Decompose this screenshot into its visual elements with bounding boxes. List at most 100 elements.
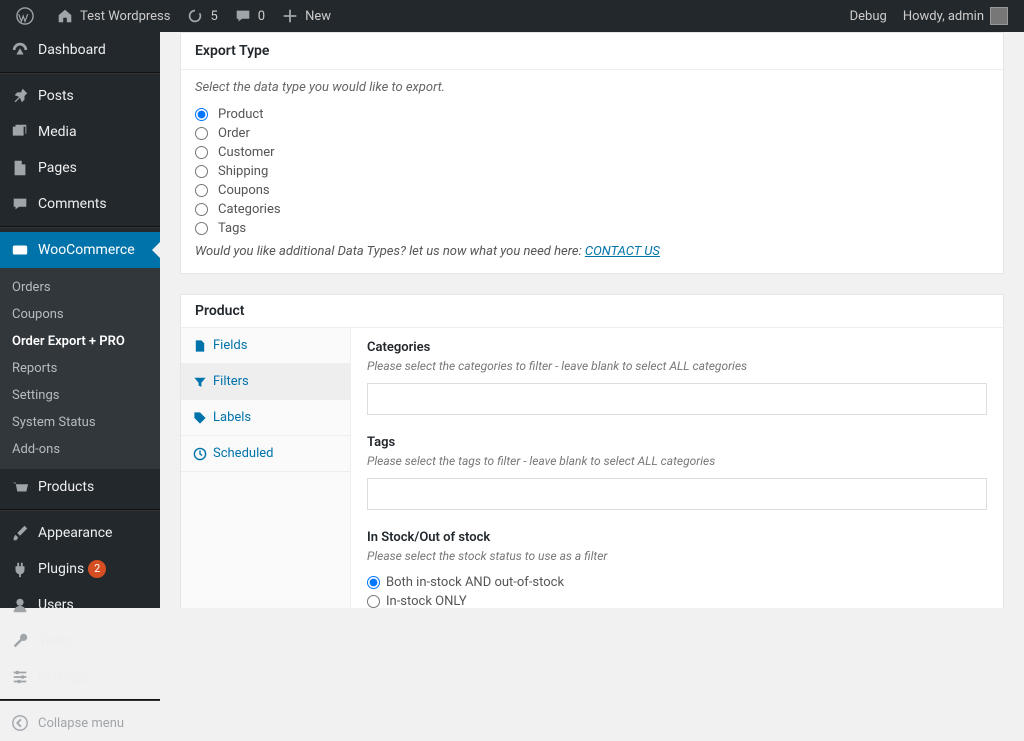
sub-system-status[interactable]: System Status <box>0 409 160 436</box>
user-icon <box>10 595 30 615</box>
export-type-option[interactable]: Shipping <box>195 162 989 181</box>
admin-bar-right: Debug Howdy, admin <box>842 0 1016 32</box>
refresh-icon <box>186 7 204 25</box>
avatar <box>990 7 1008 25</box>
sub-settings[interactable]: Settings <box>0 382 160 409</box>
pin-icon <box>10 86 30 106</box>
export-type-option[interactable]: Tags <box>195 219 989 238</box>
wordpress-icon <box>16 7 34 25</box>
menu-users[interactable]: Users <box>0 587 160 623</box>
refresh-item[interactable]: 5 <box>178 0 225 32</box>
export-type-option[interactable]: Order <box>195 124 989 143</box>
comment-icon <box>234 7 252 25</box>
export-type-label: Tags <box>218 221 246 236</box>
export-type-label: Coupons <box>218 183 270 198</box>
comments-icon <box>10 194 30 214</box>
separator <box>0 509 160 511</box>
admin-bar: Test Wordpress 5 0 New Debug Howdy, admi… <box>0 0 1024 32</box>
product-header: Product <box>181 295 1003 328</box>
tab-labels[interactable]: Labels <box>181 400 350 436</box>
collapse-menu[interactable]: Collapse menu <box>0 705 160 741</box>
menu-appearance[interactable]: Appearance <box>0 515 160 551</box>
menu-comments[interactable]: Comments <box>0 186 160 222</box>
menu-settings[interactable]: Settings <box>0 659 160 695</box>
sub-order-export[interactable]: Order Export + PRO <box>0 328 160 355</box>
stock-option[interactable]: Both in-stock AND out-of-stock <box>367 573 987 592</box>
site-title: Test Wordpress <box>80 9 170 24</box>
menu-dashboard[interactable]: Dashboard <box>0 32 160 68</box>
page-icon <box>10 158 30 178</box>
stock-option[interactable]: In-stock ONLY <box>367 592 987 608</box>
new-item[interactable]: New <box>273 0 339 32</box>
export-type-radio[interactable] <box>195 146 208 159</box>
howdy-label: Howdy, admin <box>903 9 984 24</box>
menu-pages[interactable]: Pages <box>0 150 160 186</box>
comments-item[interactable]: 0 <box>226 0 273 32</box>
tags-input[interactable] <box>367 478 987 510</box>
export-type-option[interactable]: Customer <box>195 143 989 162</box>
admin-bar-left: Test Wordpress 5 0 New <box>8 0 339 32</box>
woocommerce-icon <box>10 240 30 260</box>
export-type-option[interactable]: Categories <box>195 200 989 219</box>
admin-sidebar: Dashboard Posts Media Pages Comments Woo… <box>0 32 160 608</box>
wp-logo[interactable] <box>8 0 48 32</box>
export-type-radio[interactable] <box>195 184 208 197</box>
contact-text: Would you like additional Data Types? le… <box>195 244 989 259</box>
collapse-icon <box>10 713 30 733</box>
filter-form: Categories Please select the categories … <box>351 328 1003 608</box>
sub-reports[interactable]: Reports <box>0 355 160 382</box>
tags-title: Tags <box>367 435 987 450</box>
tab-filters[interactable]: Filters <box>181 364 350 400</box>
categories-input[interactable] <box>367 383 987 415</box>
export-type-label: Categories <box>218 202 281 217</box>
sub-addons[interactable]: Add-ons <box>0 436 160 463</box>
export-type-label: Shipping <box>218 164 268 179</box>
menu-products[interactable]: Products <box>0 469 160 505</box>
export-type-option[interactable]: Product <box>195 105 989 124</box>
stock-radio[interactable] <box>367 576 380 589</box>
export-type-option[interactable]: Coupons <box>195 181 989 200</box>
debug-item[interactable]: Debug <box>842 0 895 32</box>
export-type-radio[interactable] <box>195 165 208 178</box>
separator <box>0 72 160 74</box>
plugins-badge: 2 <box>88 560 106 578</box>
menu-woocommerce[interactable]: WooCommerce <box>0 232 160 268</box>
export-type-radio[interactable] <box>195 108 208 121</box>
export-type-label: Order <box>218 126 250 141</box>
menu-plugins[interactable]: Plugins2 <box>0 551 160 587</box>
menu-media[interactable]: Media <box>0 114 160 150</box>
account-item[interactable]: Howdy, admin <box>895 0 1016 32</box>
export-type-label: Customer <box>218 145 275 160</box>
separator <box>0 699 160 701</box>
site-name[interactable]: Test Wordpress <box>48 0 178 32</box>
tab-fields[interactable]: Fields <box>181 328 350 364</box>
brush-icon <box>10 523 30 543</box>
menu-posts[interactable]: Posts <box>0 78 160 114</box>
menu-tools[interactable]: Tools <box>0 623 160 659</box>
categories-title: Categories <box>367 340 987 355</box>
export-type-radio[interactable] <box>195 127 208 140</box>
sub-orders[interactable]: Orders <box>0 274 160 301</box>
products-icon <box>10 477 30 497</box>
refresh-count: 5 <box>210 9 217 24</box>
tags-desc: Please select the tags to filter - leave… <box>367 454 987 468</box>
new-label: New <box>305 9 331 24</box>
stock-title: In Stock/Out of stock <box>367 530 987 545</box>
media-icon <box>10 122 30 142</box>
debug-label: Debug <box>850 9 887 24</box>
plus-icon <box>281 7 299 25</box>
sliders-icon <box>10 667 30 687</box>
contact-link[interactable]: CONTACT US <box>585 244 660 259</box>
product-panel: Product Fields Filters Labels Scheduled … <box>180 294 1004 608</box>
stock-label: In-stock ONLY <box>386 594 467 608</box>
tab-scheduled[interactable]: Scheduled <box>181 436 350 472</box>
file-icon <box>193 339 207 353</box>
stock-radio[interactable] <box>367 595 380 608</box>
export-type-title: Export Type <box>181 33 1003 70</box>
sub-coupons[interactable]: Coupons <box>0 301 160 328</box>
export-type-desc: Select the data type you would like to e… <box>195 80 989 95</box>
export-type-radio[interactable] <box>195 222 208 235</box>
filter-icon <box>193 375 207 389</box>
export-type-radio[interactable] <box>195 203 208 216</box>
wrench-icon <box>10 631 30 651</box>
